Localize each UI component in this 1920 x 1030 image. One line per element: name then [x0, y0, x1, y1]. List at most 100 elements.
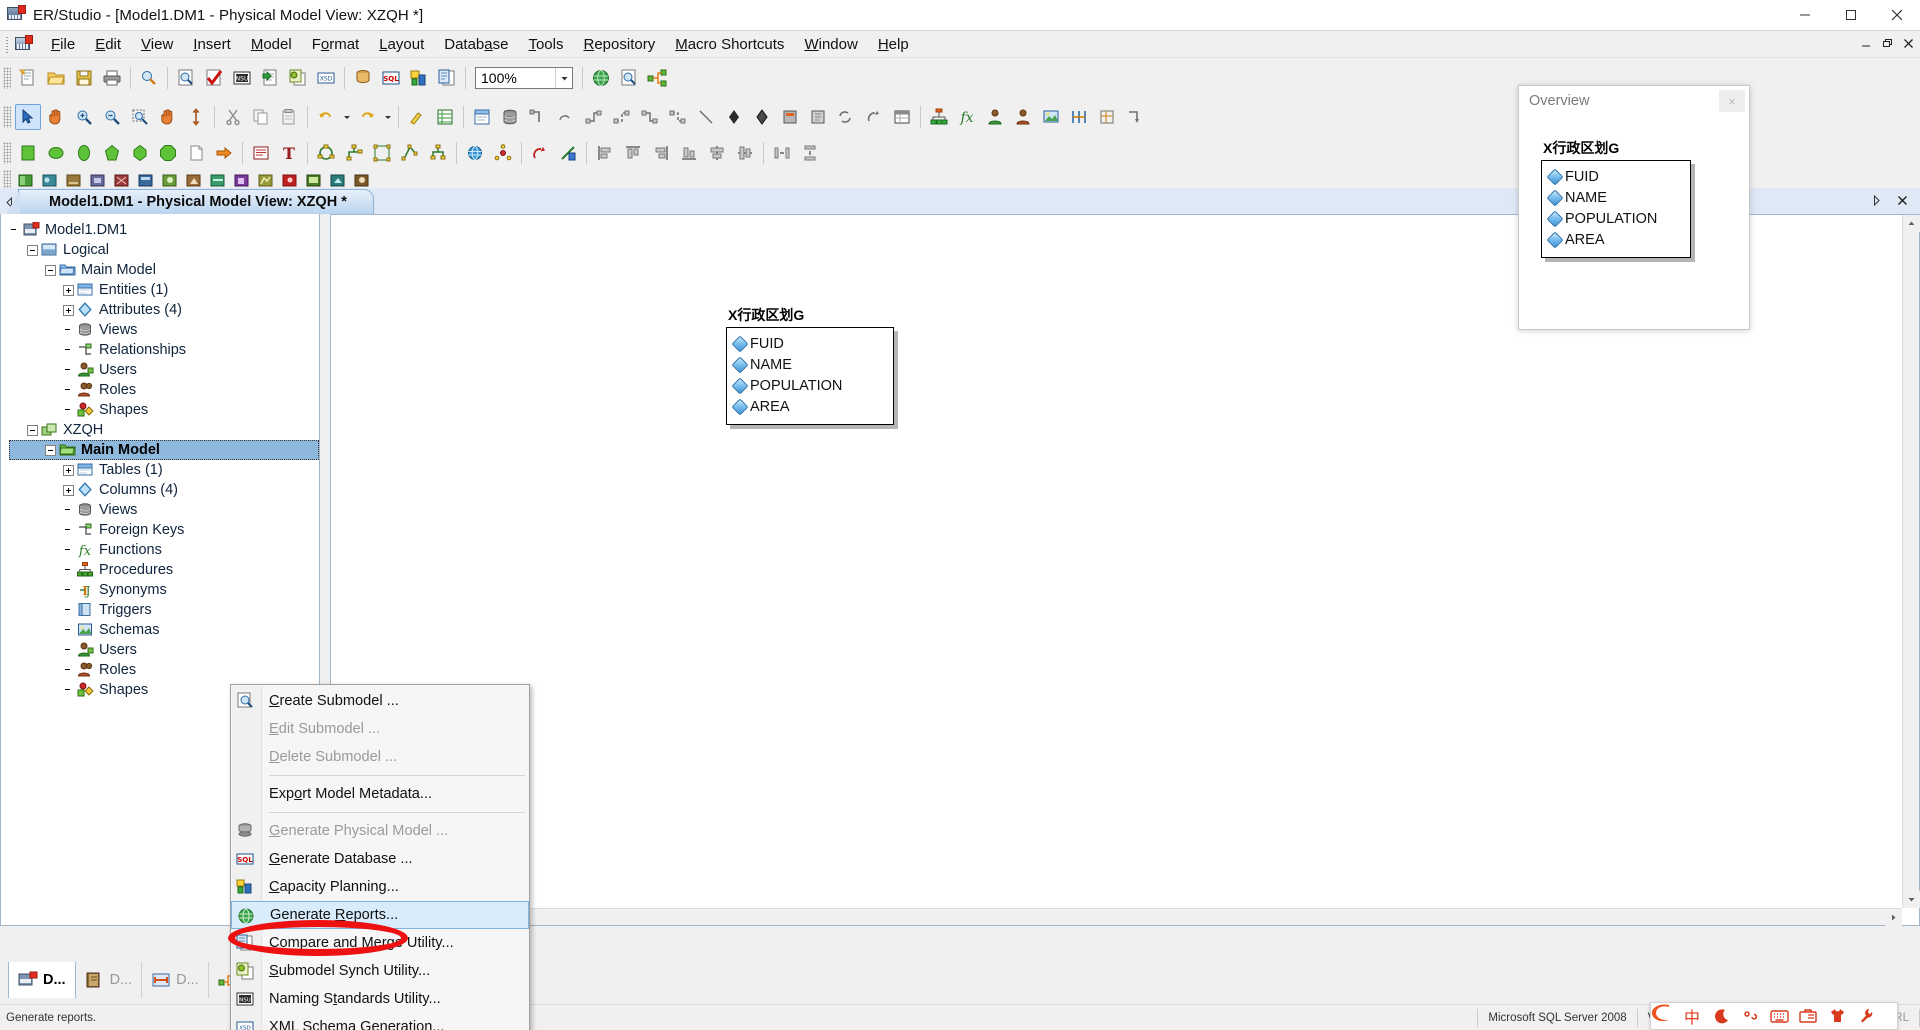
context-menu-item-submodel-synch-utility[interactable]: Submodel Synch Utility...	[231, 957, 529, 985]
sequence-icon[interactable]	[861, 104, 887, 130]
chevron-down-icon[interactable]	[555, 68, 572, 88]
align-left-icon[interactable]	[592, 140, 618, 166]
entity-icon[interactable]	[469, 104, 495, 130]
shape-arrow-icon[interactable]	[211, 140, 237, 166]
tree-node-shapes[interactable]: Shapes	[9, 400, 319, 420]
keyboard-icon[interactable]	[1765, 1003, 1793, 1029]
grab-icon[interactable]	[155, 104, 181, 130]
text-tool-icon[interactable]: T	[276, 140, 302, 166]
menu-grip[interactable]	[3, 35, 12, 53]
tree-node-main-model[interactable]: Main Model	[9, 440, 319, 460]
cut-icon[interactable]	[220, 104, 246, 130]
grid-icon[interactable]	[432, 104, 458, 130]
collapse-icon[interactable]	[45, 445, 56, 456]
synonym-icon[interactable]	[833, 104, 859, 130]
relationship-4-icon[interactable]	[665, 104, 691, 130]
shape-pentagon-icon[interactable]	[99, 140, 125, 166]
menu-format[interactable]: Format	[302, 33, 370, 56]
validate-icon[interactable]	[201, 65, 227, 91]
tree-node-users[interactable]: Users	[9, 360, 319, 380]
toolbar-grip[interactable]	[3, 106, 11, 128]
data-lineage-icon[interactable]	[644, 65, 670, 91]
layout-global-icon[interactable]	[462, 140, 488, 166]
table-icon[interactable]	[889, 104, 915, 130]
zoom-out-icon[interactable]	[99, 104, 125, 130]
reverse-engineer-icon[interactable]	[350, 65, 376, 91]
entity-attribute[interactable]: NAME	[734, 354, 886, 375]
shape-note-icon[interactable]	[183, 140, 209, 166]
sogou-logo-icon[interactable]	[1647, 1001, 1677, 1030]
collapse-icon[interactable]	[27, 425, 38, 436]
align-top-icon[interactable]	[620, 140, 646, 166]
entity-attribute[interactable]: FUID	[734, 333, 886, 354]
context-menu-item-export-model-metadata[interactable]: Export Model Metadata...	[231, 780, 529, 808]
context-menu-item-create-submodel[interactable]: Create Submodel ...	[231, 687, 529, 715]
print-preview-icon[interactable]	[173, 65, 199, 91]
scroll-down-icon[interactable]	[1903, 891, 1920, 908]
align-bottom-icon[interactable]	[676, 140, 702, 166]
entity-attribute[interactable]: FUID	[1549, 166, 1683, 187]
zoom-region-icon[interactable]	[127, 104, 153, 130]
tree-node-functions[interactable]: fxFunctions	[9, 540, 319, 560]
toolbar-grip[interactable]	[3, 67, 11, 89]
overview-close-button[interactable]: ×	[1719, 90, 1745, 112]
expand-icon[interactable]	[63, 465, 74, 476]
explorer-tab-data-dictionary[interactable]: D...	[76, 962, 143, 998]
link-icon[interactable]	[1122, 104, 1148, 130]
menu-help[interactable]: Help	[868, 33, 919, 56]
new-model-icon[interactable]	[15, 65, 41, 91]
mdi-minimize-icon[interactable]	[1861, 37, 1872, 52]
function-icon[interactable]: fx	[954, 104, 980, 130]
schema-icon[interactable]	[926, 104, 952, 130]
key-attribute-icon[interactable]	[749, 104, 775, 130]
redo-icon[interactable]	[354, 104, 380, 130]
attribute-icon[interactable]	[721, 104, 747, 130]
shape-octagon-icon[interactable]	[155, 140, 181, 166]
menu-database[interactable]: Database	[434, 33, 518, 56]
layout-auto-icon[interactable]	[527, 140, 553, 166]
shape-rect-icon[interactable]	[15, 140, 41, 166]
role-icon[interactable]	[1010, 104, 1036, 130]
tree-node-roles[interactable]: Roles	[9, 380, 319, 400]
text-block-icon[interactable]	[248, 140, 274, 166]
model-tree[interactable]: Model1.DM1LogicalMain ModelEntities (1)A…	[1, 214, 319, 700]
menu-view[interactable]: View	[131, 33, 183, 56]
measure-icon[interactable]	[1094, 104, 1120, 130]
canvas-horizontal-scrollbar[interactable]	[331, 908, 1902, 925]
explorer-tab-data-lineage[interactable]: D...	[142, 962, 209, 998]
collapse-icon[interactable]	[45, 265, 56, 276]
fit-window-icon[interactable]	[183, 104, 209, 130]
relationship-nonidentifying-icon[interactable]	[553, 104, 579, 130]
tree-node-users[interactable]: Users	[9, 640, 319, 660]
context-menu-item-generate-reports[interactable]: Generate Reports...	[231, 901, 529, 929]
select-pointer-icon[interactable]	[15, 104, 41, 130]
expand-icon[interactable]	[63, 485, 74, 496]
user-icon[interactable]	[982, 104, 1008, 130]
entity-attribute[interactable]: AREA	[734, 396, 886, 417]
scroll-right-icon[interactable]	[1872, 195, 1881, 209]
menu-layout[interactable]: Layout	[369, 33, 434, 56]
pan-hand-icon[interactable]	[43, 104, 69, 130]
zoom-in-icon[interactable]	[71, 104, 97, 130]
maximize-button[interactable]	[1828, 0, 1874, 31]
copy-icon[interactable]	[248, 104, 274, 130]
entity-attribute[interactable]: AREA	[1549, 229, 1683, 250]
overview-panel[interactable]: Overview × X行政区划G FUIDNAMEPOPULATIONAREA	[1518, 85, 1750, 330]
tree-node-entities-1[interactable]: Entities (1)	[9, 280, 319, 300]
entity-box[interactable]: X行政区划G FUIDNAMEPOPULATIONAREA	[726, 305, 894, 425]
context-menu-item-xml-schema-generation[interactable]: XSDXML Schema Generation...	[231, 1013, 529, 1030]
generate-database-icon[interactable]: SQL	[378, 65, 404, 91]
expand-icon[interactable]	[63, 285, 74, 296]
overview-body[interactable]: X行政区划G FUIDNAMEPOPULATIONAREA	[1519, 116, 1749, 328]
model-context-menu[interactable]: Create Submodel ...Edit Submodel ...Dele…	[230, 684, 530, 1030]
tree-node-main-model[interactable]: Main Model	[9, 260, 319, 280]
open-model-icon[interactable]	[43, 65, 69, 91]
tree-node-roles[interactable]: Roles	[9, 660, 319, 680]
layout-circular-icon[interactable]	[313, 140, 339, 166]
relationship-1-icon[interactable]	[581, 104, 607, 130]
tab-close-icon[interactable]	[1897, 195, 1908, 209]
dimension-icon[interactable]	[1066, 104, 1092, 130]
layout-radial-icon[interactable]	[490, 140, 516, 166]
scroll-right-icon[interactable]	[1885, 909, 1902, 926]
print-icon[interactable]	[99, 65, 125, 91]
